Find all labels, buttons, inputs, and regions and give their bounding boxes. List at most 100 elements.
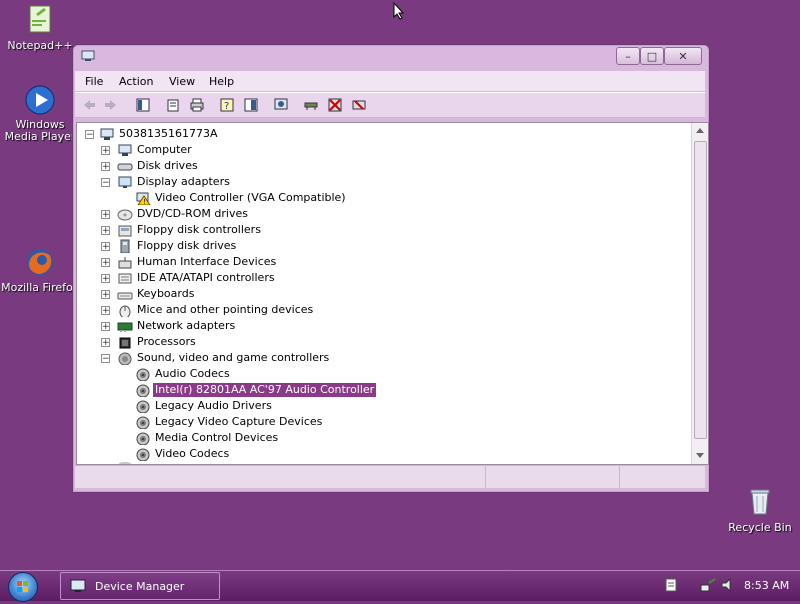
menu-help[interactable]: Help (209, 75, 234, 88)
display-adapter-icon (118, 176, 132, 188)
update-driver-icon[interactable] (303, 97, 319, 113)
tree-item-label: Disk drives (137, 159, 198, 172)
expand-icon[interactable]: + (101, 226, 110, 236)
vertical-scrollbar[interactable] (691, 123, 708, 464)
device-tree-pane[interactable]: − 5038135161773A + Computer + Disk drives − Dis… (76, 122, 709, 465)
tree-category[interactable]: + Mice and other pointing devices (77, 302, 687, 318)
scroll-down-icon[interactable] (696, 453, 704, 458)
start-button[interactable] (8, 572, 38, 602)
tree-category[interactable]: + Floppy disk controllers (77, 222, 687, 238)
expand-icon[interactable]: + (101, 162, 110, 172)
properties-icon[interactable] (165, 97, 181, 113)
expand-icon[interactable]: + (101, 338, 110, 348)
computer-icon (118, 144, 132, 156)
tree-item[interactable]: Video Codecs (77, 446, 687, 462)
volume-icon[interactable] (720, 577, 736, 593)
tree-item-label: Mice and other pointing devices (137, 303, 314, 316)
disk-drive-icon (117, 163, 133, 171)
scan-hardware-icon[interactable] (273, 97, 289, 113)
tree-item[interactable]: Legacy Audio Drivers (77, 398, 687, 414)
tree-category[interactable]: + Processors (77, 334, 687, 350)
tree-root[interactable]: − 5038135161773A (77, 126, 687, 142)
ide-icon (118, 273, 132, 284)
close-icon: ✕ (678, 49, 688, 63)
desktop-icon-notepadpp[interactable]: Notepad++ (0, 4, 80, 52)
expand-icon[interactable]: + (101, 258, 110, 268)
menu-view[interactable]: View (169, 75, 195, 88)
status-segment (619, 466, 706, 488)
expand-icon[interactable]: + (101, 274, 110, 284)
mouse-icon (119, 305, 131, 317)
tree-category[interactable]: + DVD/CD-ROM drives (77, 206, 687, 222)
uninstall-icon[interactable] (351, 97, 367, 113)
collapse-icon[interactable]: − (101, 354, 110, 364)
expand-icon[interactable]: + (101, 210, 110, 220)
expand-icon[interactable]: + (101, 290, 110, 300)
tree-category[interactable]: + Disk drives (77, 158, 687, 174)
tree-category[interactable]: − Display adapters (77, 174, 687, 190)
minimize-button[interactable]: – (616, 47, 640, 65)
show-hide-icon[interactable] (243, 97, 259, 113)
tree-item[interactable]: ! Video Controller (VGA Compatible) (77, 190, 687, 206)
network-icon[interactable] (700, 577, 718, 593)
print-icon[interactable] (189, 97, 205, 113)
tree-item[interactable]: Legacy Video Capture Devices (77, 414, 687, 430)
maximize-button[interactable]: □ (640, 47, 664, 65)
expand-icon[interactable]: + (101, 146, 110, 156)
tree-category[interactable]: + Human Interface Devices (77, 254, 687, 270)
desktop-icon-recycle-bin[interactable]: Recycle Bin (720, 486, 800, 534)
tree-category[interactable]: + IDE ATA/ATAPI controllers (77, 270, 687, 286)
tree-item-label: Video Controller (VGA Compatible) (155, 191, 346, 204)
desktop-icon-windows-media-player[interactable]: Windows Media Player (0, 84, 80, 143)
console-tree-icon[interactable] (135, 97, 151, 113)
collapse-icon[interactable]: − (85, 130, 94, 140)
tree-item-label: Legacy Audio Drivers (155, 399, 272, 412)
desktop-icon-label: Windows Media Player (4, 118, 76, 143)
taskbar-button-device-manager[interactable]: Device Manager (60, 572, 220, 600)
menu-action[interactable]: Action (119, 75, 153, 88)
tree-item-label: Intel(r) 82801AA AC'97 Audio Controller (153, 383, 377, 397)
close-button[interactable]: ✕ (664, 47, 702, 65)
back-icon[interactable] (81, 97, 97, 113)
expand-icon[interactable]: + (101, 322, 110, 332)
tree-item[interactable]: Intel(r) 82801AA AC'97 Audio Controller (77, 382, 687, 398)
desktop-icon-label: Mozilla Firefox (1, 281, 79, 294)
windows-media-player-icon (24, 84, 56, 116)
tree-item[interactable]: Media Control Devices (77, 430, 687, 446)
tree-item-label: Media Control Devices (155, 431, 279, 444)
tree-item-label: Legacy Video Capture Devices (155, 415, 323, 428)
speaker-icon (136, 384, 150, 397)
scroll-thumb[interactable] (694, 141, 707, 439)
keyboard-icon (117, 292, 133, 300)
expand-icon[interactable]: + (101, 242, 110, 252)
tree-item-label: Human Interface Devices (137, 255, 277, 268)
sound-icon (118, 352, 132, 365)
forward-icon[interactable] (103, 97, 119, 113)
keyboard-layout-icon[interactable] (664, 577, 678, 593)
scroll-up-icon[interactable] (696, 128, 704, 133)
tree-item-label: Display adapters (137, 175, 230, 188)
clock[interactable]: 8:53 AM (744, 579, 789, 592)
help-icon[interactable]: ? (219, 97, 235, 113)
title-bar[interactable]: – □ ✕ (73, 45, 709, 69)
taskbar-button-label: Device Manager (95, 580, 185, 593)
tree-item-label: Floppy disk drives (137, 239, 237, 252)
tree-category[interactable]: + Network adapters (77, 318, 687, 334)
tree-category[interactable]: + Keyboards (77, 286, 687, 302)
menu-file[interactable]: File (85, 75, 103, 88)
tree-category[interactable]: + Computer (77, 142, 687, 158)
network-icon (117, 322, 133, 332)
tree-category[interactable]: + Floppy disk drives (77, 238, 687, 254)
collapse-icon[interactable]: − (101, 178, 110, 188)
speaker-icon (136, 432, 150, 445)
desktop-icon-firefox[interactable]: Mozilla Firefox (0, 246, 80, 294)
speaker-icon (136, 400, 150, 413)
expand-icon[interactable]: + (101, 306, 110, 316)
status-segment (485, 466, 620, 488)
svg-text:!: ! (143, 198, 146, 205)
tree-category[interactable]: − Sound, video and game controllers (77, 350, 687, 366)
device-manager-window[interactable]: – □ ✕ File Action View Help ? − 503813516… (72, 44, 710, 493)
tree-item[interactable]: Audio Codecs (77, 366, 687, 382)
tree-item-label: IDE ATA/ATAPI controllers (137, 271, 275, 284)
disable-icon[interactable] (327, 97, 343, 113)
